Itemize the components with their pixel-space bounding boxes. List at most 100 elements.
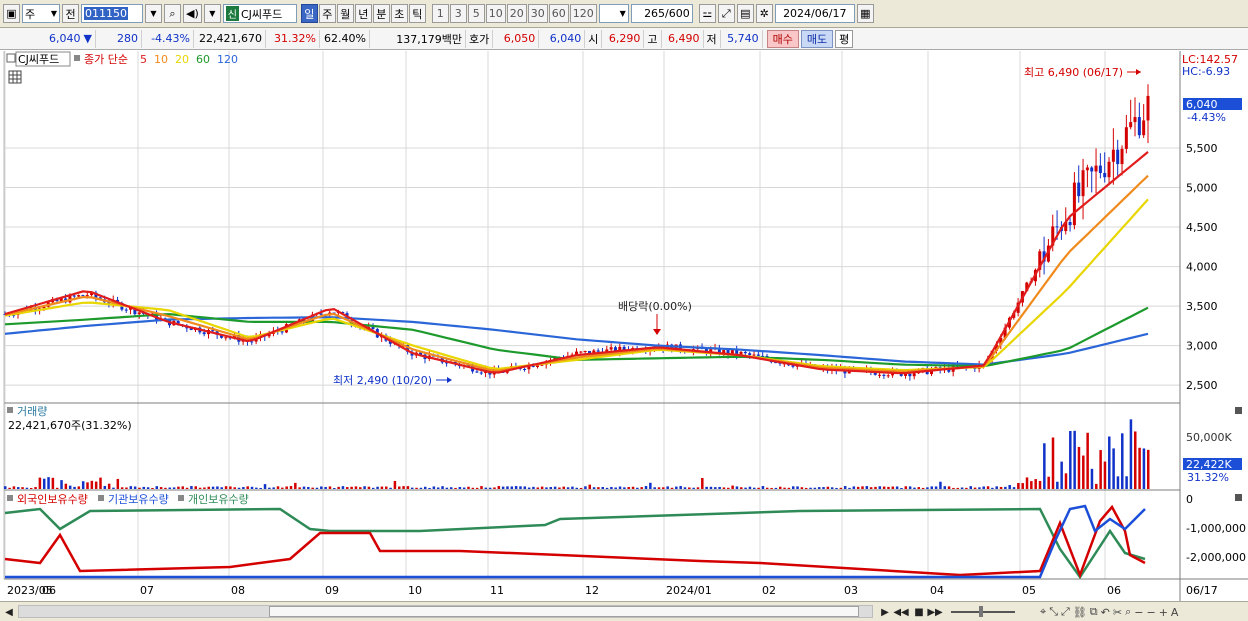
price-axis-tick: 2,500 bbox=[1186, 379, 1218, 392]
period-tab-1[interactable]: 주 bbox=[318, 4, 336, 23]
zoom-area-icon[interactable]: ⤢ bbox=[1061, 605, 1070, 619]
date-field[interactable]: 2024/06/17 bbox=[774, 4, 855, 23]
period-tab-3[interactable]: 년 bbox=[354, 4, 372, 23]
volume-bar bbox=[1112, 448, 1115, 489]
fast-forward-icon[interactable]: ▶▶ bbox=[927, 605, 942, 619]
calendar-icon[interactable]: ▦ bbox=[856, 4, 874, 23]
volume-bar bbox=[259, 487, 262, 489]
volume-bar bbox=[575, 487, 578, 489]
volume-bar bbox=[64, 483, 68, 489]
chart-area[interactable]: CJ씨푸드 종가 단순 5 10 20 60 120 최고 6,490 (06/17) … bbox=[0, 51, 1248, 601]
speaker-dropdown-button[interactable]: ▼ bbox=[203, 4, 221, 23]
volume-bar bbox=[986, 486, 990, 489]
volume-bar bbox=[268, 487, 271, 489]
volume-bar bbox=[1064, 473, 1068, 489]
period-tab-6[interactable]: 틱 bbox=[408, 4, 426, 23]
gear-icon[interactable]: ✲ bbox=[755, 4, 773, 23]
cut-icon[interactable]: ✂ bbox=[1113, 606, 1122, 619]
interval-button-5[interactable]: 5 bbox=[467, 4, 485, 23]
font-size-icon[interactable]: A bbox=[1171, 606, 1179, 619]
scroll-thumb[interactable] bbox=[269, 606, 859, 617]
interval-button-120[interactable]: 120 bbox=[569, 4, 597, 23]
interval-select[interactable]: ▼ bbox=[598, 4, 629, 23]
interval-button-20[interactable]: 20 bbox=[506, 4, 527, 23]
volume-bar bbox=[874, 486, 877, 489]
period-tab-0[interactable]: 일 bbox=[300, 4, 318, 23]
volume-bar bbox=[731, 485, 734, 489]
volume-bar bbox=[289, 486, 293, 489]
volume-bar bbox=[151, 487, 154, 489]
rewind-icon[interactable]: ◀◀ bbox=[893, 605, 908, 619]
plus-icon[interactable]: + bbox=[1159, 606, 1168, 619]
legend-series-label: 종가 단순 bbox=[84, 53, 128, 66]
zoom-out-icon[interactable]: − bbox=[1134, 606, 1143, 619]
volume-bar bbox=[12, 486, 16, 489]
panel-close-icon[interactable] bbox=[1235, 407, 1242, 414]
volume-bar bbox=[904, 486, 908, 489]
stock-code-input[interactable]: 011150 bbox=[81, 4, 143, 23]
candle-body bbox=[1085, 167, 1089, 171]
interval-button-60[interactable]: 60 bbox=[548, 4, 569, 23]
interval-button-10[interactable]: 10 bbox=[485, 4, 506, 23]
volume-bar bbox=[333, 487, 336, 489]
interval-button-30[interactable]: 30 bbox=[527, 4, 548, 23]
stock-chart[interactable]: CJ씨푸드 종가 단순 5 10 20 60 120 최고 6,490 (06/17) … bbox=[0, 51, 1248, 601]
crosshair-icon[interactable]: ⌖ bbox=[1040, 605, 1046, 619]
date-axis-label: 03 bbox=[844, 584, 858, 597]
period-tab-2[interactable]: 월 bbox=[336, 4, 354, 23]
volume-bar bbox=[852, 486, 856, 489]
magnify-icon[interactable]: ⌕ bbox=[1125, 605, 1131, 619]
period-tabs: 일주월년분초틱 bbox=[300, 4, 426, 23]
candle-body bbox=[77, 295, 81, 297]
candle-body bbox=[748, 353, 752, 356]
search-icon[interactable]: ⌕ bbox=[164, 4, 181, 23]
scroll-track[interactable] bbox=[18, 605, 873, 618]
evaluation-button[interactable]: 평 bbox=[835, 29, 854, 48]
interval-button-1[interactable]: 1 bbox=[431, 4, 449, 23]
volume-bar bbox=[246, 486, 249, 489]
volume-bar bbox=[878, 486, 882, 489]
volume-axis-tick: 50,000K bbox=[1186, 431, 1232, 444]
volume-bar bbox=[891, 486, 895, 489]
down-arrow-icon: ▼ bbox=[83, 32, 92, 45]
legend-checkbox-icon[interactable] bbox=[6, 53, 16, 63]
interval-button-3[interactable]: 3 bbox=[449, 4, 467, 23]
copy-icon[interactable]: ⧉ bbox=[1090, 605, 1098, 619]
stock-name-box[interactable]: 신 CJ씨푸드 bbox=[222, 4, 297, 23]
date-axis-label: 06 bbox=[42, 584, 56, 597]
date-axis-label: 06 bbox=[1107, 584, 1121, 597]
holdings-legend-marker bbox=[98, 495, 104, 501]
undo-icon[interactable]: ↶ bbox=[1101, 606, 1110, 619]
volume-bar bbox=[800, 487, 804, 489]
line-tool-icon[interactable]: ⤢ bbox=[717, 4, 735, 23]
minus-icon[interactable]: − bbox=[1146, 606, 1155, 619]
period-tab-4[interactable]: 분 bbox=[372, 4, 390, 23]
link-icon[interactable]: ⛓ bbox=[1073, 606, 1087, 619]
speaker-icon[interactable]: ◀) bbox=[183, 4, 202, 23]
period-tab-5[interactable]: 초 bbox=[390, 4, 408, 23]
buy-button[interactable]: 매수 bbox=[766, 29, 799, 48]
window-icon[interactable]: ▣ bbox=[3, 4, 20, 23]
table-icon[interactable] bbox=[8, 70, 22, 84]
sell-button[interactable]: 매도 bbox=[800, 29, 834, 48]
prev-button[interactable]: 전 bbox=[62, 4, 79, 23]
volume-bar bbox=[631, 486, 635, 489]
code-dropdown-button[interactable]: ▼ bbox=[145, 4, 162, 23]
zoom-fit-icon[interactable]: ⤡ bbox=[1049, 605, 1058, 619]
volume-bar bbox=[1030, 481, 1033, 489]
volume-bar bbox=[21, 487, 24, 489]
stop-icon[interactable]: ■ bbox=[912, 605, 926, 619]
scroll-right-icon[interactable]: ▶ bbox=[878, 605, 892, 619]
panel-close-icon[interactable] bbox=[1235, 494, 1242, 501]
zoom-slider[interactable] bbox=[948, 605, 1018, 619]
turnover-pct: 62.40% bbox=[320, 29, 370, 48]
candle-chart-icon[interactable]: ⚍ bbox=[698, 4, 716, 23]
volume-bar bbox=[462, 487, 466, 489]
volume-bar bbox=[233, 487, 236, 489]
scroll-left-icon[interactable]: ◀ bbox=[2, 605, 16, 619]
volume-bar bbox=[566, 487, 570, 489]
period-type-select[interactable]: 주 ▼ bbox=[22, 4, 60, 23]
data-count-field[interactable]: 265/600 bbox=[630, 4, 693, 23]
volume-bar bbox=[675, 486, 678, 489]
save-icon[interactable]: ▤ bbox=[736, 4, 754, 23]
